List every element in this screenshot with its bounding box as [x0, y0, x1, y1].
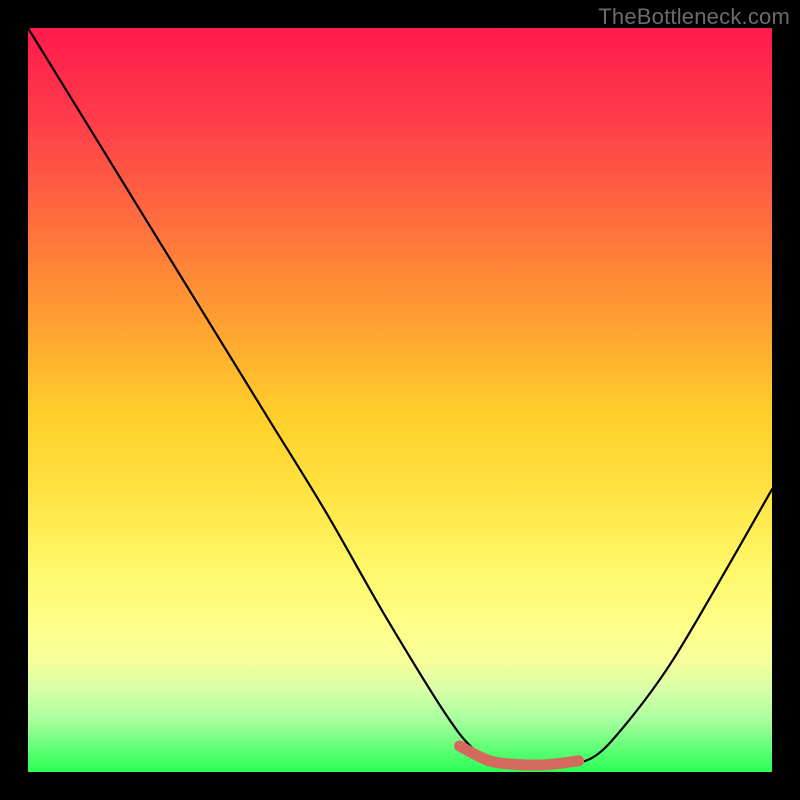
minimum-plateau-highlight [460, 746, 579, 765]
chart-frame: TheBottleneck.com [0, 0, 800, 800]
bottleneck-curve [28, 28, 772, 766]
curve-svg [28, 28, 772, 772]
watermark-text: TheBottleneck.com [598, 4, 790, 30]
plot-area [28, 28, 772, 772]
